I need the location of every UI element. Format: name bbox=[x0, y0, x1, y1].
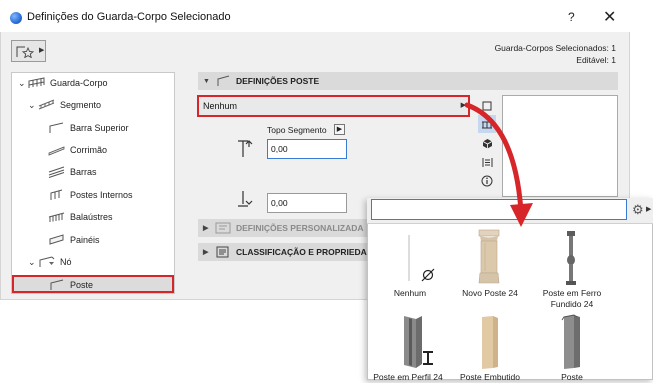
chevron-down-icon[interactable]: ⌄ bbox=[28, 100, 38, 111]
chevron-down-icon[interactable]: ⌄ bbox=[28, 257, 38, 268]
balusters-icon bbox=[48, 211, 66, 223]
rails-icon bbox=[48, 166, 66, 178]
tree-item-guarda-corpo[interactable]: ⌄ Guarda-Corpo bbox=[18, 73, 108, 93]
height-top-icon bbox=[234, 138, 254, 160]
library-item-embutido[interactable] bbox=[478, 314, 502, 372]
expand-arrow-icon[interactable]: ▶ bbox=[203, 224, 215, 232]
tree-label: Barras bbox=[70, 167, 97, 177]
collapse-arrow-icon[interactable]: ▼ bbox=[203, 78, 215, 85]
tree-item-paineis[interactable]: Painéis bbox=[48, 230, 100, 250]
tree-item-barras[interactable]: Barras bbox=[48, 162, 97, 182]
post-type-value: Nenhum bbox=[203, 101, 238, 111]
help-button[interactable]: ? bbox=[568, 10, 575, 24]
tree-item-barra-superior[interactable]: Barra Superior bbox=[48, 118, 129, 138]
embedded-post-thumbnail bbox=[482, 316, 498, 369]
tree-item-no[interactable]: ⌄ Nó bbox=[28, 252, 72, 272]
height-bottom-icon bbox=[234, 189, 254, 211]
expand-arrow-icon[interactable]: ▶ bbox=[203, 248, 215, 256]
tree-label: Balaústres bbox=[70, 212, 113, 222]
classification-header[interactable]: ▶ CLASSIFICAÇÃO E PROPRIEDA bbox=[198, 243, 368, 261]
chevron-down-icon[interactable]: ⌄ bbox=[18, 78, 28, 89]
railing-icon bbox=[28, 77, 46, 89]
selected-count: Guarda-Corpos Selecionados: 1 bbox=[494, 43, 616, 53]
tree-item-corrimao[interactable]: Corrimão bbox=[48, 140, 107, 160]
tree-label: Barra Superior bbox=[70, 123, 129, 133]
panels-icon bbox=[48, 234, 66, 246]
tree-item-poste[interactable]: Poste bbox=[48, 275, 93, 295]
custom-settings-header[interactable]: ▶ DEFINIÇÕES PERSONALIZADA bbox=[198, 219, 368, 237]
cast-iron-post-thumbnail bbox=[566, 231, 576, 285]
post-icon bbox=[215, 75, 231, 87]
top-segment-label: Topo Segmento bbox=[267, 125, 327, 135]
railing-star-icon bbox=[16, 44, 36, 61]
tree-label: Postes Internos bbox=[70, 190, 133, 200]
library-item-label: Nenhum bbox=[393, 288, 427, 298]
top-segment-dropdown[interactable]: ▶ bbox=[334, 124, 345, 135]
steel-post-thumbnail bbox=[561, 314, 580, 369]
library-item-label: Poste em Ferro Fundido 24 bbox=[542, 288, 602, 309]
post-settings-header[interactable]: ▼ DEFINIÇÕES POSTE bbox=[198, 72, 618, 90]
section-title: DEFINIÇÕES PERSONALIZADA bbox=[236, 223, 364, 233]
tree-label: Nó bbox=[60, 257, 72, 267]
favorites-button[interactable]: ▶ bbox=[11, 40, 46, 62]
segment-icon bbox=[38, 99, 56, 111]
library-item-label: Poste em Perfil 24 bbox=[373, 372, 443, 382]
bottom-offset-input[interactable]: 0,00 bbox=[267, 193, 347, 213]
top-offset-input[interactable]: 0,00 bbox=[267, 139, 347, 159]
gear-icon[interactable]: ⚙ bbox=[632, 202, 644, 218]
custom-settings-icon bbox=[215, 222, 231, 234]
library-item-nenhum[interactable] bbox=[400, 233, 440, 285]
section-title: CLASSIFICAÇÃO E PROPRIEDA bbox=[236, 247, 367, 257]
post-type-selector[interactable]: Nenhum ▶ bbox=[197, 95, 470, 117]
tree-label: Poste bbox=[70, 280, 94, 290]
post-icon bbox=[48, 279, 66, 291]
close-button[interactable]: ✕ bbox=[603, 7, 616, 27]
handrail-icon bbox=[48, 144, 66, 156]
dropdown-arrow-icon[interactable]: ▶ bbox=[646, 205, 651, 213]
pointer-arrow-icon bbox=[455, 95, 545, 237]
archicad-logo-icon bbox=[10, 12, 22, 24]
tree-label: Segmento bbox=[60, 100, 102, 110]
tree-item-postes-internos[interactable]: Postes Internos bbox=[48, 185, 133, 205]
library-item-label: Poste Embutido bbox=[459, 372, 520, 382]
tree-item-segmento[interactable]: ⌄ Segmento bbox=[28, 95, 101, 115]
library-item-perfil[interactable] bbox=[398, 314, 440, 372]
editable-count: Editável: 1 bbox=[576, 55, 616, 65]
tree-item-balaustres[interactable]: Balaústres bbox=[48, 207, 113, 227]
tree-label: Guarda-Corpo bbox=[50, 78, 108, 88]
library-item-ferro-fundido[interactable] bbox=[560, 230, 582, 288]
library-item-poste[interactable] bbox=[560, 314, 584, 372]
tree-label: Corrimão bbox=[70, 145, 108, 155]
empty-post-icon bbox=[408, 235, 435, 282]
top-rail-icon bbox=[48, 122, 66, 134]
library-item-label: Poste bbox=[561, 372, 583, 382]
library-item-label: Novo Poste 24 bbox=[462, 288, 518, 298]
tree-label: Painéis bbox=[70, 235, 100, 245]
inner-posts-icon bbox=[48, 189, 66, 201]
window-title: Definições do Guarda-Corpo Selecionado bbox=[27, 11, 231, 23]
wood-post-thumbnail bbox=[478, 229, 500, 284]
library-item-novo-poste[interactable] bbox=[473, 229, 507, 287]
node-icon bbox=[38, 256, 56, 268]
classification-icon bbox=[215, 246, 231, 258]
profile-post-thumbnail bbox=[404, 316, 433, 368]
section-title: DEFINIÇÕES POSTE bbox=[236, 76, 320, 86]
dropdown-arrow-icon: ▶ bbox=[39, 47, 45, 54]
